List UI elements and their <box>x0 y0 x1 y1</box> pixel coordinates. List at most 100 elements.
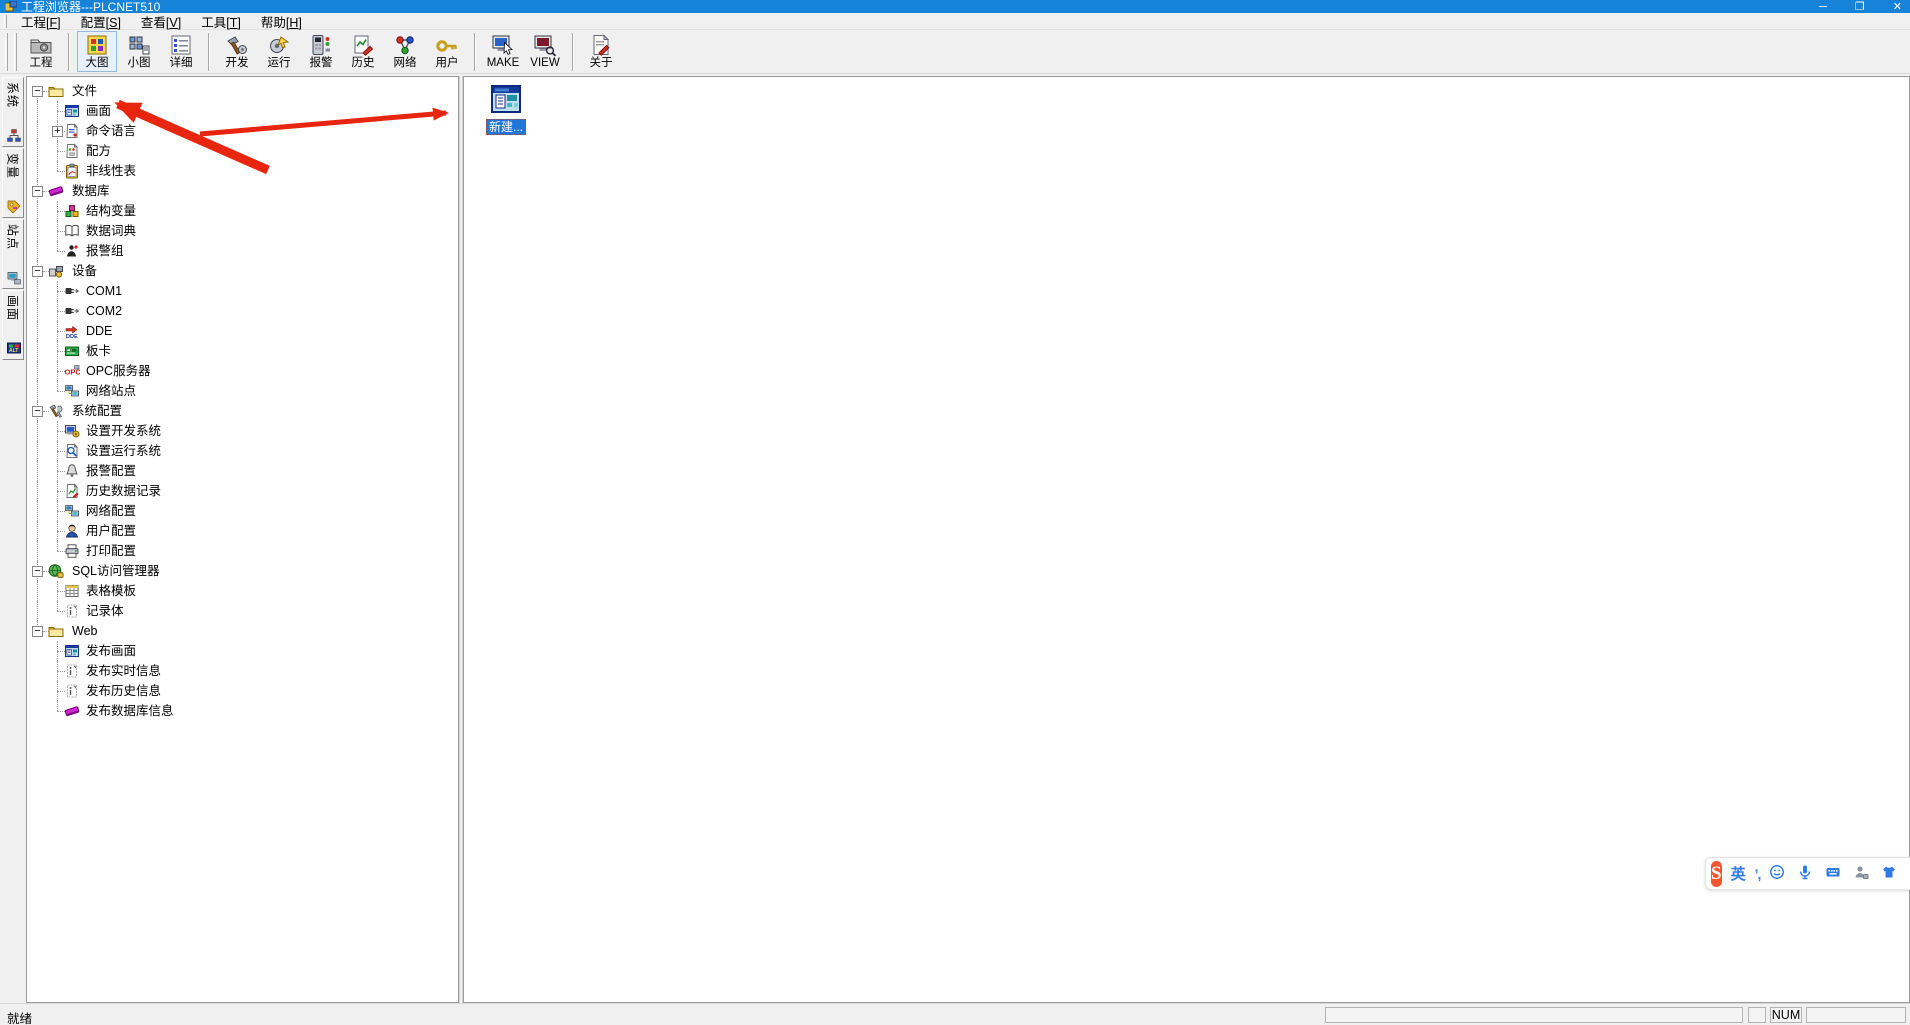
toolbar-button-larges-icon[interactable]: 大图 <box>77 31 117 72</box>
toolbar-button-details[interactable]: 详细 <box>161 31 201 72</box>
side-tab-stations[interactable]: 站点 <box>2 219 24 289</box>
tree-connector <box>37 341 38 361</box>
tree-item[interactable]: DDEDDE <box>27 321 458 341</box>
menu-item[interactable]: 查看[V] <box>131 11 191 32</box>
toolbar-button-alarm[interactable]: 报警 <box>301 31 341 72</box>
toolbar-separator <box>474 33 476 71</box>
sql-manager-icon <box>48 563 64 579</box>
tree-item[interactable]: 设置开发系统 <box>27 421 458 441</box>
tree-item[interactable]: 历史数据记录 <box>27 481 458 501</box>
num-lock-indicator: NUM <box>1770 1007 1802 1023</box>
ime-logo[interactable]: S <box>1711 861 1722 887</box>
tree-item[interactable]: 板卡 <box>27 341 458 361</box>
collapse-box[interactable]: − <box>32 566 43 577</box>
tree-item[interactable]: 设置运行系统 <box>27 441 458 461</box>
folder-icon <box>48 623 64 639</box>
window-controls: ─ ❐ ✕ <box>1819 0 1902 13</box>
maximize-button[interactable]: ❐ <box>1855 0 1865 13</box>
tree-item[interactable]: OPCOPC服务器 <box>27 361 458 381</box>
title-bar: 工程浏览器---PLCNET510 ─ ❐ ✕ <box>0 0 1910 13</box>
tree-item[interactable]: 发布画面 <box>27 641 458 661</box>
tree-item[interactable]: COM2 <box>27 301 458 321</box>
tree-item[interactable]: −系统配置 <box>27 401 458 421</box>
toolbar-button-about[interactable]: 关于 <box>581 31 621 72</box>
tree-item[interactable]: COM1 <box>27 281 458 301</box>
minimize-button[interactable]: ─ <box>1819 0 1827 13</box>
tree-item[interactable]: −SQL访问管理器 <box>27 561 458 581</box>
tree-item-label: 历史数据记录 <box>86 481 161 501</box>
menubar-grip[interactable] <box>4 15 7 28</box>
emoji-icon[interactable] <box>1769 864 1788 883</box>
menu-bar: 工程[F]配置[S]查看[V]工具[T]帮助[H] <box>0 13 1910 30</box>
collapse-box[interactable]: − <box>32 186 43 197</box>
menu-item[interactable]: 工程[F] <box>11 11 71 32</box>
tree-item[interactable]: 表格模板 <box>27 581 458 601</box>
app-icon <box>5 1 17 12</box>
toolbar-grip2[interactable] <box>14 33 17 71</box>
recipe-icon <box>64 143 80 159</box>
tree-item[interactable]: 非线性表 <box>27 161 458 181</box>
collapse-box[interactable]: − <box>32 626 43 637</box>
tree-item-label: 发布画面 <box>86 641 136 661</box>
toolbar-button-user-key[interactable]: 用户 <box>427 31 467 72</box>
side-tab-pictures[interactable]: 画面ALT <box>2 290 24 360</box>
collapse-box[interactable]: − <box>32 266 43 277</box>
tree-item-label: 发布数据库信息 <box>86 701 174 721</box>
toolbar-button-history[interactable]: 历史 <box>343 31 383 72</box>
side-tab-variables[interactable]: 变量 <box>2 148 24 218</box>
ime-punctuation-mode[interactable]: ’, <box>1755 866 1761 882</box>
app-window: 工程浏览器---PLCNET510 ─ ❐ ✕ 工程[F]配置[S]查看[V]工… <box>0 0 1910 1025</box>
history-record-icon <box>64 483 80 499</box>
tree-item[interactable]: −Web <box>27 621 458 641</box>
tree-item[interactable]: 用户配置 <box>27 521 458 541</box>
board-icon <box>64 343 80 359</box>
alarm-config-icon <box>64 463 80 479</box>
tree-item[interactable]: 记录体 <box>27 601 458 621</box>
skin-icon[interactable] <box>1881 864 1900 883</box>
tree-item[interactable]: 网络配置 <box>27 501 458 521</box>
expand-box[interactable]: + <box>52 126 63 137</box>
ime-language-mode[interactable]: 英 <box>1731 863 1746 884</box>
toolbar-button-view[interactable]: VIEW <box>525 31 565 72</box>
record-icon <box>64 603 80 619</box>
tree-item-label: 画面 <box>86 101 111 121</box>
svg-text:ALT: ALT <box>9 348 18 354</box>
tree-item[interactable]: 报警组 <box>27 241 458 261</box>
tree-item[interactable]: −文件 <box>27 81 458 101</box>
tree-item[interactable]: 发布实时信息 <box>27 661 458 681</box>
tree-item[interactable]: −数据库 <box>27 181 458 201</box>
tree-item[interactable]: 报警配置 <box>27 461 458 481</box>
small-icons-icon <box>127 33 151 57</box>
toolbar-separator <box>208 33 210 71</box>
tree-item[interactable]: 画面 <box>27 101 458 121</box>
toolbar-button-network[interactable]: 网络 <box>385 31 425 72</box>
tree-item[interactable]: −设备 <box>27 261 458 281</box>
tree-item[interactable]: 配方 <box>27 141 458 161</box>
toolbar-button-develop[interactable]: 开发 <box>217 31 257 72</box>
toolbar-button-make[interactable]: MAKE <box>483 31 523 72</box>
tree-item[interactable]: 数据词典 <box>27 221 458 241</box>
tree-item[interactable]: +命令语言 <box>27 121 458 141</box>
mic-icon[interactable] <box>1797 864 1816 883</box>
collapse-box[interactable]: − <box>32 406 43 417</box>
collapse-box[interactable]: − <box>32 86 43 97</box>
new-picture-item[interactable]: 新建... <box>474 82 538 135</box>
tree-item[interactable]: 结构变量 <box>27 201 458 221</box>
menu-item[interactable]: 帮助[H] <box>251 11 312 32</box>
toolbar-button-project[interactable]: 工程 <box>21 31 61 72</box>
toolbar-button-run[interactable]: 运行 <box>259 31 299 72</box>
menu-item[interactable]: 工具[T] <box>191 11 251 32</box>
tree-item[interactable]: 网络站点 <box>27 381 458 401</box>
side-tab-system[interactable]: 系统 <box>2 77 24 147</box>
tree-connector <box>37 461 38 481</box>
keyboard-icon[interactable] <box>1825 864 1844 883</box>
tree-item[interactable]: 发布数据库信息 <box>27 701 458 721</box>
close-button[interactable]: ✕ <box>1893 0 1902 13</box>
tree-item[interactable]: 发布历史信息 <box>27 681 458 701</box>
menu-item[interactable]: 配置[S] <box>71 11 131 32</box>
toolbar-grip[interactable] <box>5 33 8 71</box>
toolbar-button-smalls-icon[interactable]: 小图 <box>119 31 159 72</box>
person-icon[interactable] <box>1853 864 1872 883</box>
tree-connector <box>37 381 38 401</box>
tree-item[interactable]: 打印配置 <box>27 541 458 561</box>
